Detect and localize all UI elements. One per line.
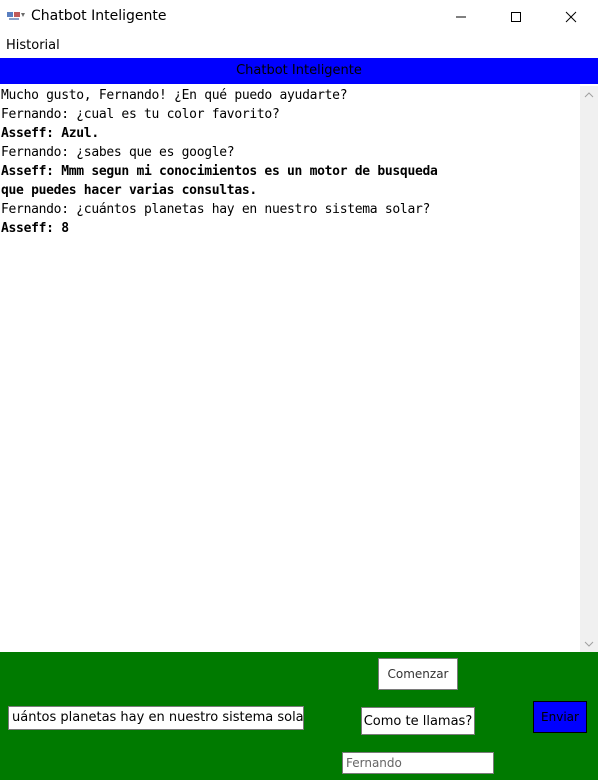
- ask-name-button[interactable]: Como te llamas?: [361, 707, 475, 735]
- chevron-down-icon: [584, 641, 594, 647]
- header-banner: Chatbot Inteligente: [0, 58, 598, 84]
- send-button[interactable]: Enviar: [533, 701, 587, 733]
- minimize-icon: [456, 16, 466, 18]
- start-button[interactable]: Comenzar: [378, 658, 458, 690]
- chat-line: Mucho gusto, Fernando! ¿En qué puedo ayu…: [1, 88, 348, 103]
- name-input[interactable]: Fernando: [342, 752, 494, 774]
- scroll-down-arrow[interactable]: [580, 635, 598, 652]
- chat-line: Fernando: ¿cuántos planetas hay en nuest…: [1, 202, 431, 217]
- menu-bar: Historial: [0, 34, 598, 58]
- chat-line: Asseff: Azul.: [1, 126, 99, 141]
- control-panel: Comenzar uántos planetas hay en nuestro …: [0, 652, 598, 780]
- chat-app-icon: [6, 9, 26, 23]
- close-button[interactable]: [548, 0, 594, 34]
- scroll-up-arrow[interactable]: [580, 86, 598, 103]
- close-icon: [565, 11, 577, 23]
- header-title: Chatbot Inteligente: [236, 63, 362, 78]
- window-title: Chatbot Inteligente: [31, 8, 167, 24]
- message-input[interactable]: uántos planetas hay en nuestro sistema s…: [8, 706, 304, 730]
- maximize-button[interactable]: [493, 0, 539, 34]
- chat-line: que puedes hacer varias consultas.: [1, 183, 257, 198]
- chat-line: Asseff: 8: [1, 221, 69, 236]
- chat-log[interactable]: Mucho gusto, Fernando! ¿En qué puedo ayu…: [0, 86, 580, 652]
- minimize-button[interactable]: [438, 0, 484, 34]
- chat-line: Asseff: Mmm segun mi conocimientos es un…: [1, 164, 438, 179]
- chevron-up-icon: [584, 91, 594, 97]
- chat-scrollbar[interactable]: [580, 86, 598, 652]
- chat-line: Fernando: ¿sabes que es google?: [1, 145, 235, 160]
- title-bar: Chatbot Inteligente: [0, 0, 598, 34]
- menu-item-historial[interactable]: Historial: [6, 38, 60, 53]
- maximize-icon: [511, 12, 521, 22]
- chat-line: Fernando: ¿cual es tu color favorito?: [1, 107, 280, 122]
